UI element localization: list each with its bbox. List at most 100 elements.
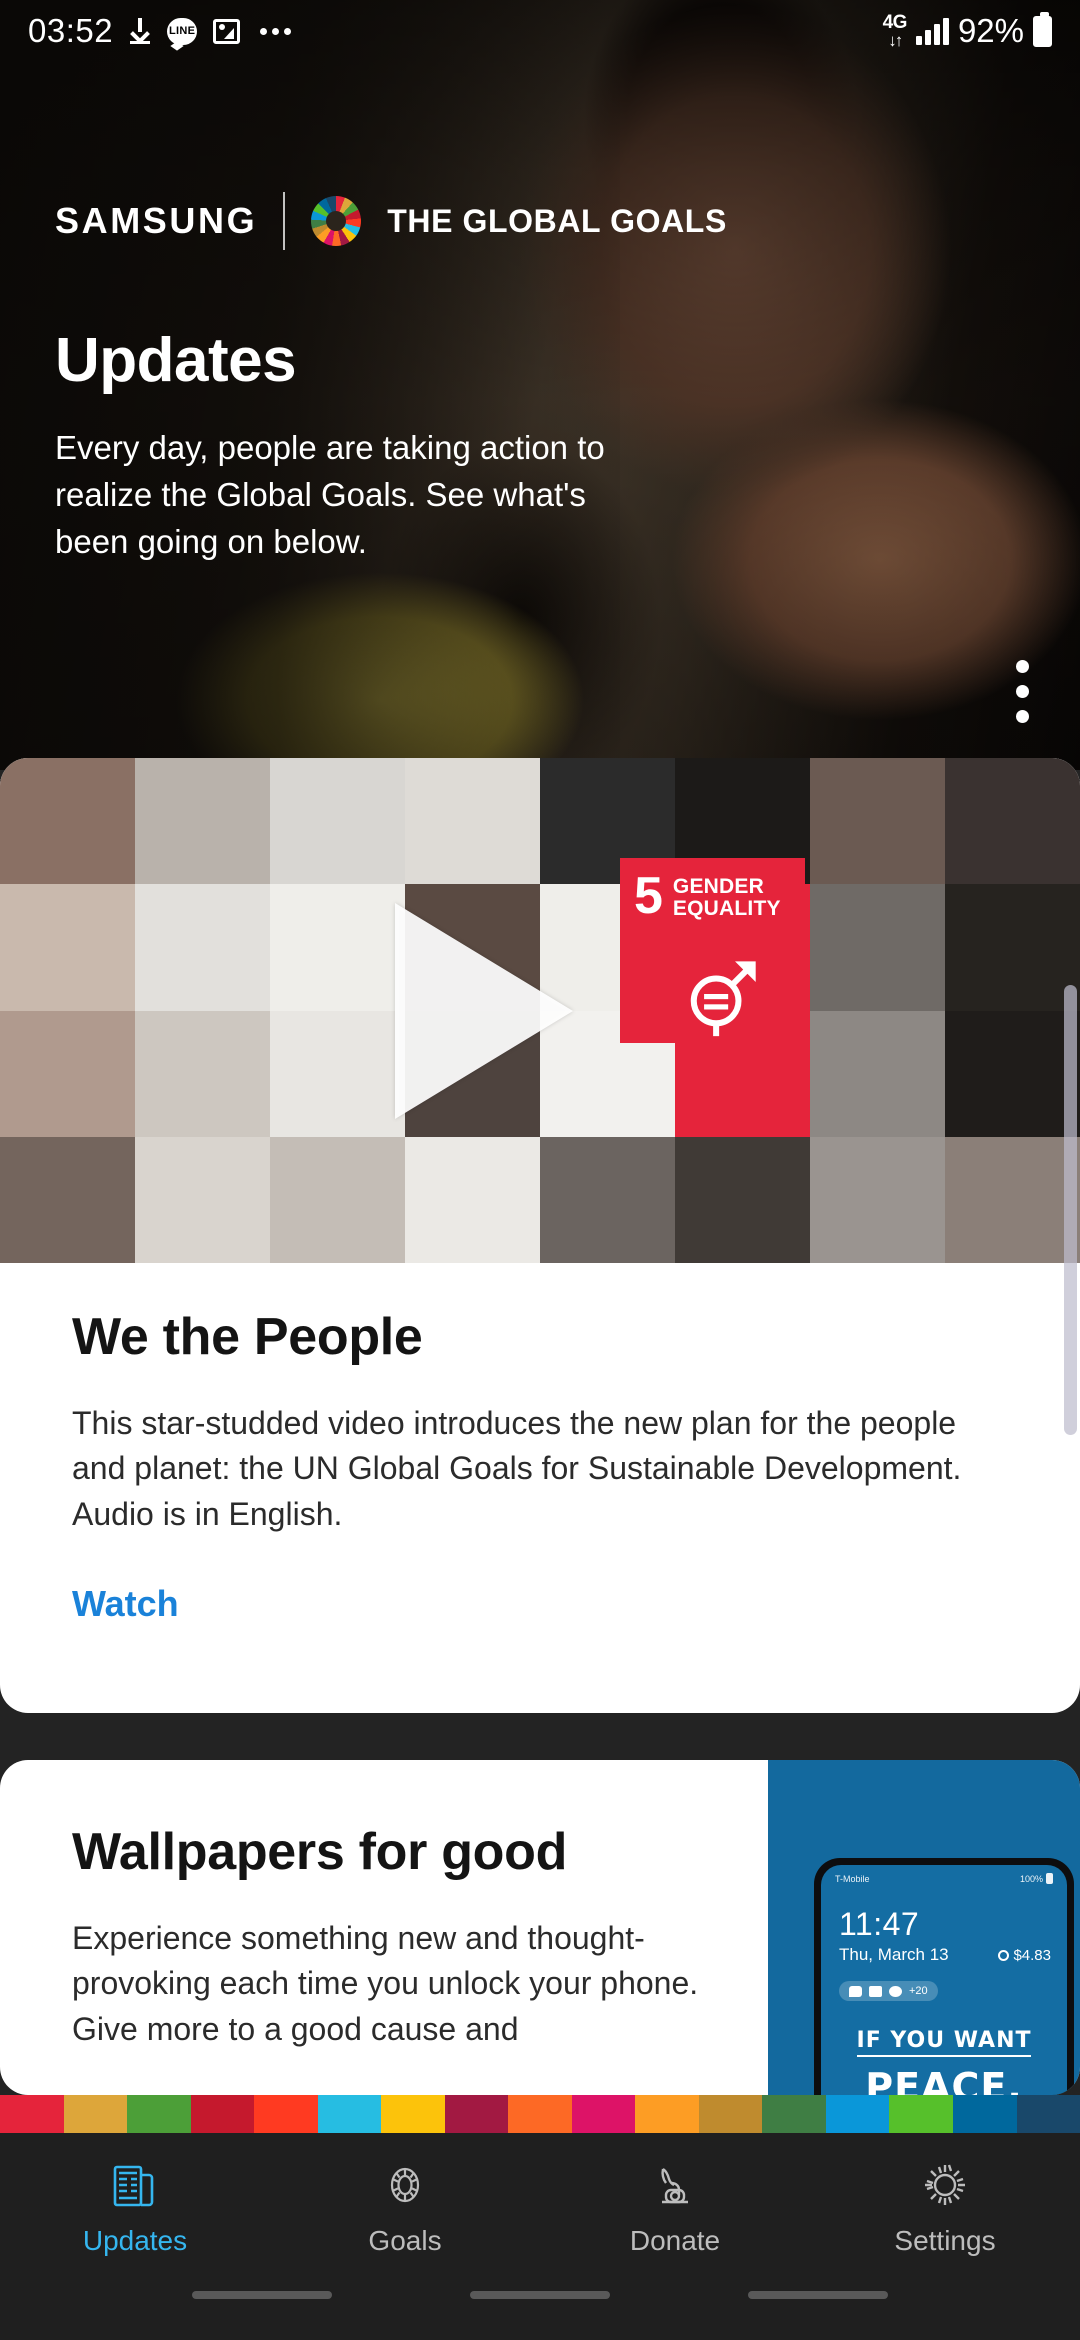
sdg-stripe-segment — [127, 2095, 191, 2133]
card-body-wallpapers: Wallpapers for good Experience something… — [0, 1760, 768, 2095]
collage-tile — [945, 884, 1080, 1011]
sdg-wheel-icon — [311, 196, 362, 246]
hero-banner: 03:52 LINE 4G ↓↑ 92% SAMSUNG THE GLOBAL … — [0, 0, 1080, 770]
collage-tile — [135, 1010, 270, 1137]
brand-divider — [283, 192, 286, 250]
card-body-we-the-people: We the People This star-studded video in… — [0, 1263, 1080, 1625]
collage-tile — [0, 1136, 135, 1263]
card-title: Wallpapers for good — [72, 1823, 568, 1881]
nav-item-updates[interactable]: Updates — [0, 2133, 270, 2283]
bottom-nav-items: Updates Goals Donate Settings — [0, 2133, 1080, 2283]
nav-item-label: Settings — [894, 2225, 996, 2256]
phone-mockup: T-Mobile 100% 11:47 Thu, March 13 $4.83 … — [814, 1858, 1074, 2095]
nav-item-label: Donate — [629, 2225, 721, 2256]
battery-percent: 92% — [957, 12, 1024, 49]
collage-tile — [135, 758, 270, 885]
collage-tile — [540, 1136, 675, 1263]
phone-battery-icon — [1046, 1873, 1053, 1884]
network-type-label: 4G — [882, 12, 908, 33]
video-collage-thumbnail[interactable] — [0, 758, 1080, 1263]
gesture-hint-right[interactable] — [748, 2291, 888, 2299]
card-description: This star-studded video introduces the n… — [72, 1405, 962, 1532]
wallpapers-preview-panel: T-Mobile 100% 11:47 Thu, March 13 $4.83 … — [768, 1760, 1080, 2095]
status-bar-right: 4G ↓↑ 92% — [882, 11, 1052, 50]
play-icon[interactable] — [395, 902, 573, 1119]
collage-tile — [405, 1136, 540, 1263]
app-icon — [889, 1985, 902, 1997]
hand-coin-icon — [649, 2159, 701, 2211]
sdg-stripe-segment — [254, 2095, 318, 2133]
collage-tile — [135, 1136, 270, 1263]
phone-screen: 03:52 LINE 4G ↓↑ 92% SAMSUNG THE GLOBAL … — [0, 0, 1080, 2340]
sdg-stripe-segment — [508, 2095, 572, 2133]
nav-item-label: Goals — [368, 2225, 442, 2256]
phone-lockscreen-daterow: Thu, March 13 $4.83 — [821, 1943, 1067, 1965]
phone-battery-percent: 100% — [1019, 1873, 1043, 1884]
collage-tile — [270, 1136, 405, 1263]
more-vertical-icon[interactable] — [1016, 660, 1029, 723]
download-icon — [129, 18, 151, 44]
sdg-goal-5-tile: 5 GENDER EQUALITY — [620, 858, 805, 1043]
collage-tile — [810, 884, 945, 1011]
nav-item-settings[interactable]: Settings — [810, 2133, 1080, 2283]
nav-item-label: Updates — [82, 2225, 188, 2256]
bottom-navigation-bar: Updates Goals Donate Settings — [0, 2133, 1080, 2340]
newspaper-icon — [109, 2159, 161, 2211]
sdg-stripe-segment — [444, 2095, 509, 2133]
message-icon — [849, 1985, 862, 1997]
donation-amount-value: $4.83 — [1013, 1946, 1051, 1964]
photo-icon — [213, 18, 241, 44]
samsung-logo: SAMSUNG — [55, 200, 258, 241]
wallpaper-quote: IF YOU WANT PEACE, WORK FOR JUSTICE — [821, 2028, 1067, 2096]
gear-icon — [919, 2159, 971, 2211]
more-dots-icon — [260, 27, 292, 35]
status-bar-left: 03:52 LINE — [28, 12, 292, 50]
sdg-stripe-segment — [0, 2095, 64, 2133]
sdg-stripe-segment — [1016, 2095, 1080, 2133]
signal-bars-icon — [915, 17, 949, 45]
battery-icon — [1033, 11, 1052, 47]
sdg-stripe-segment — [698, 2095, 763, 2133]
status-bar: 03:52 LINE 4G ↓↑ 92% — [0, 0, 1080, 62]
sdg-goal-number: 5 — [634, 867, 663, 925]
brand-row: SAMSUNG THE GLOBAL GOALS — [55, 192, 727, 250]
collage-tile — [945, 1010, 1080, 1137]
sdg-stripe-segment — [190, 2095, 255, 2133]
sdg-stripe-segment — [317, 2095, 382, 2133]
phone-lockscreen-time: 11:47 — [839, 1906, 920, 1942]
nav-item-donate[interactable]: Donate — [540, 2133, 810, 2283]
collage-tile — [810, 1010, 945, 1137]
sdg-stripe-segment — [762, 2095, 826, 2133]
watch-link[interactable]: Watch — [72, 1583, 179, 1625]
phone-lockscreen-date: Thu, March 13 — [839, 1945, 949, 1964]
quote-line-2: PEACE, — [865, 2064, 1023, 2096]
line-icon: LINE — [167, 17, 198, 45]
collage-tile — [0, 1010, 135, 1137]
global-goals-logo: THE GLOBAL GOALS — [387, 202, 727, 239]
collage-tile — [405, 758, 540, 885]
sdg-stripe-segment — [952, 2095, 1017, 2133]
sdg-stripe-segment — [635, 2095, 699, 2133]
collage-tile — [0, 884, 135, 1011]
collage-tile — [135, 884, 270, 1011]
page-title: Updates — [55, 326, 297, 395]
collage-tile — [810, 758, 945, 885]
collage-tile — [270, 884, 405, 1011]
vertical-scrollbar[interactable] — [1064, 985, 1077, 1435]
gesture-hint-left[interactable] — [192, 2291, 332, 2299]
card-description: Experience something new and thought-pro… — [72, 1920, 699, 2047]
android-gesture-bar — [0, 2283, 1080, 2299]
phone-carrier: T-Mobile — [835, 1873, 870, 1884]
network-type-icon: 4G ↓↑ — [882, 12, 908, 49]
card-we-the-people[interactable]: We the People This star-studded video in… — [0, 758, 1080, 1713]
collage-tile — [0, 758, 135, 885]
nav-item-goals[interactable]: Goals — [270, 2133, 540, 2283]
card-wallpapers-for-good[interactable]: Wallpapers for good Experience something… — [0, 1760, 1080, 2095]
gesture-hint-home[interactable] — [470, 2291, 610, 2299]
collage-tile — [675, 1136, 810, 1263]
sdg-stripe-segment — [571, 2095, 636, 2133]
phone-status-bar: T-Mobile 100% — [821, 1865, 1067, 1884]
sdg-stripe-segment — [889, 2095, 953, 2133]
coin-icon — [998, 1949, 1010, 1961]
phone-notification-pill: +20 — [839, 1981, 938, 2001]
